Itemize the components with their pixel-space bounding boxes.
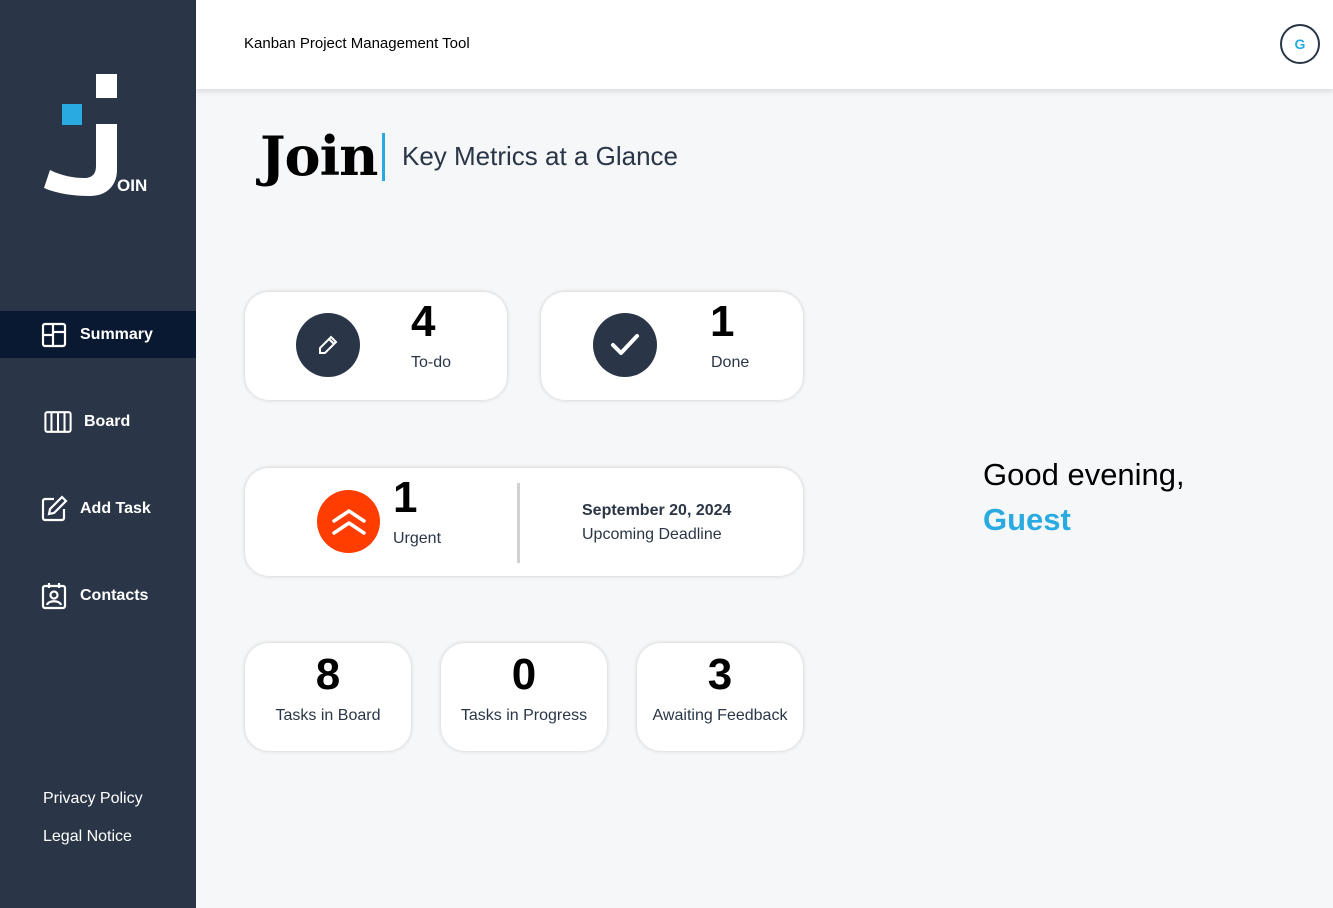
pencil-icon bbox=[296, 313, 360, 377]
sidebar-item-label: Board bbox=[84, 412, 131, 430]
tasks-in-board-count: 8 bbox=[315, 650, 341, 699]
urgent-card[interactable]: 1 Urgent September 20, 2024 Upcoming Dea… bbox=[245, 468, 803, 576]
summary-icon bbox=[40, 321, 68, 349]
greeting-text: Good evening, bbox=[983, 457, 1185, 492]
board-icon bbox=[44, 408, 72, 436]
privacy-policy-link[interactable]: Privacy Policy bbox=[43, 788, 143, 826]
awaiting-feedback-card[interactable]: 3 Awaiting Feedback bbox=[637, 643, 803, 751]
sidebar-item-label: Contacts bbox=[80, 586, 149, 604]
sidebar-item-summary[interactable]: Summary bbox=[0, 311, 196, 358]
todo-label: To-do bbox=[411, 354, 452, 371]
top-header: Kanban Project Management Tool G bbox=[196, 0, 1333, 89]
urgent-count: 1 bbox=[393, 473, 418, 522]
join-logo[interactable]: OIN bbox=[44, 74, 154, 198]
sidebar-item-add-task[interactable]: Add Task bbox=[0, 485, 196, 532]
sidebar: OIN Summary Board Add Task Contacts Priv… bbox=[0, 0, 196, 908]
footer-links: Privacy Policy Legal Notice bbox=[43, 788, 143, 864]
done-card[interactable]: 1 Done bbox=[541, 292, 803, 400]
tasks-in-progress-card[interactable]: 0 Tasks in Progress bbox=[441, 643, 607, 751]
done-count: 1 bbox=[710, 297, 735, 346]
done-label: Done bbox=[711, 354, 750, 371]
card-divider bbox=[517, 483, 520, 563]
checkmark-icon bbox=[593, 313, 657, 377]
sidebar-item-contacts[interactable]: Contacts bbox=[0, 572, 196, 619]
awaiting-feedback-label: Awaiting Feedback bbox=[652, 707, 788, 724]
awaiting-feedback-count: 3 bbox=[707, 650, 733, 699]
greeting-user-name: Guest bbox=[983, 502, 1071, 537]
contacts-icon bbox=[40, 582, 68, 610]
tasks-in-board-card[interactable]: 8 Tasks in Board bbox=[245, 643, 411, 751]
page-title: Join bbox=[260, 124, 378, 188]
sidebar-item-label: Summary bbox=[80, 325, 153, 343]
deadline-date: September 20, 2024 bbox=[582, 502, 732, 519]
header-title: Kanban Project Management Tool bbox=[244, 35, 470, 52]
urgent-label: Urgent bbox=[393, 530, 442, 547]
add-task-icon bbox=[40, 494, 68, 523]
sidebar-nav: Summary Board Add Task Contacts bbox=[0, 311, 196, 619]
sidebar-item-board[interactable]: Board bbox=[0, 398, 196, 445]
deadline-label: Upcoming Deadline bbox=[582, 526, 722, 543]
todo-count: 4 bbox=[411, 297, 436, 346]
tasks-in-progress-count: 0 bbox=[511, 650, 537, 699]
user-avatar[interactable]: G bbox=[1280, 24, 1320, 64]
legal-notice-link[interactable]: Legal Notice bbox=[43, 826, 143, 864]
double-chevron-up-icon bbox=[317, 490, 380, 553]
title-divider bbox=[382, 133, 385, 181]
sidebar-item-label: Add Task bbox=[80, 499, 151, 517]
tasks-in-board-label: Tasks in Board bbox=[275, 707, 381, 724]
logo-text: OIN bbox=[117, 176, 148, 195]
todo-card[interactable]: 4 To-do bbox=[245, 292, 507, 400]
page-subtitle: Key Metrics at a Glance bbox=[402, 141, 678, 171]
tasks-in-progress-label: Tasks in Progress bbox=[460, 707, 588, 724]
